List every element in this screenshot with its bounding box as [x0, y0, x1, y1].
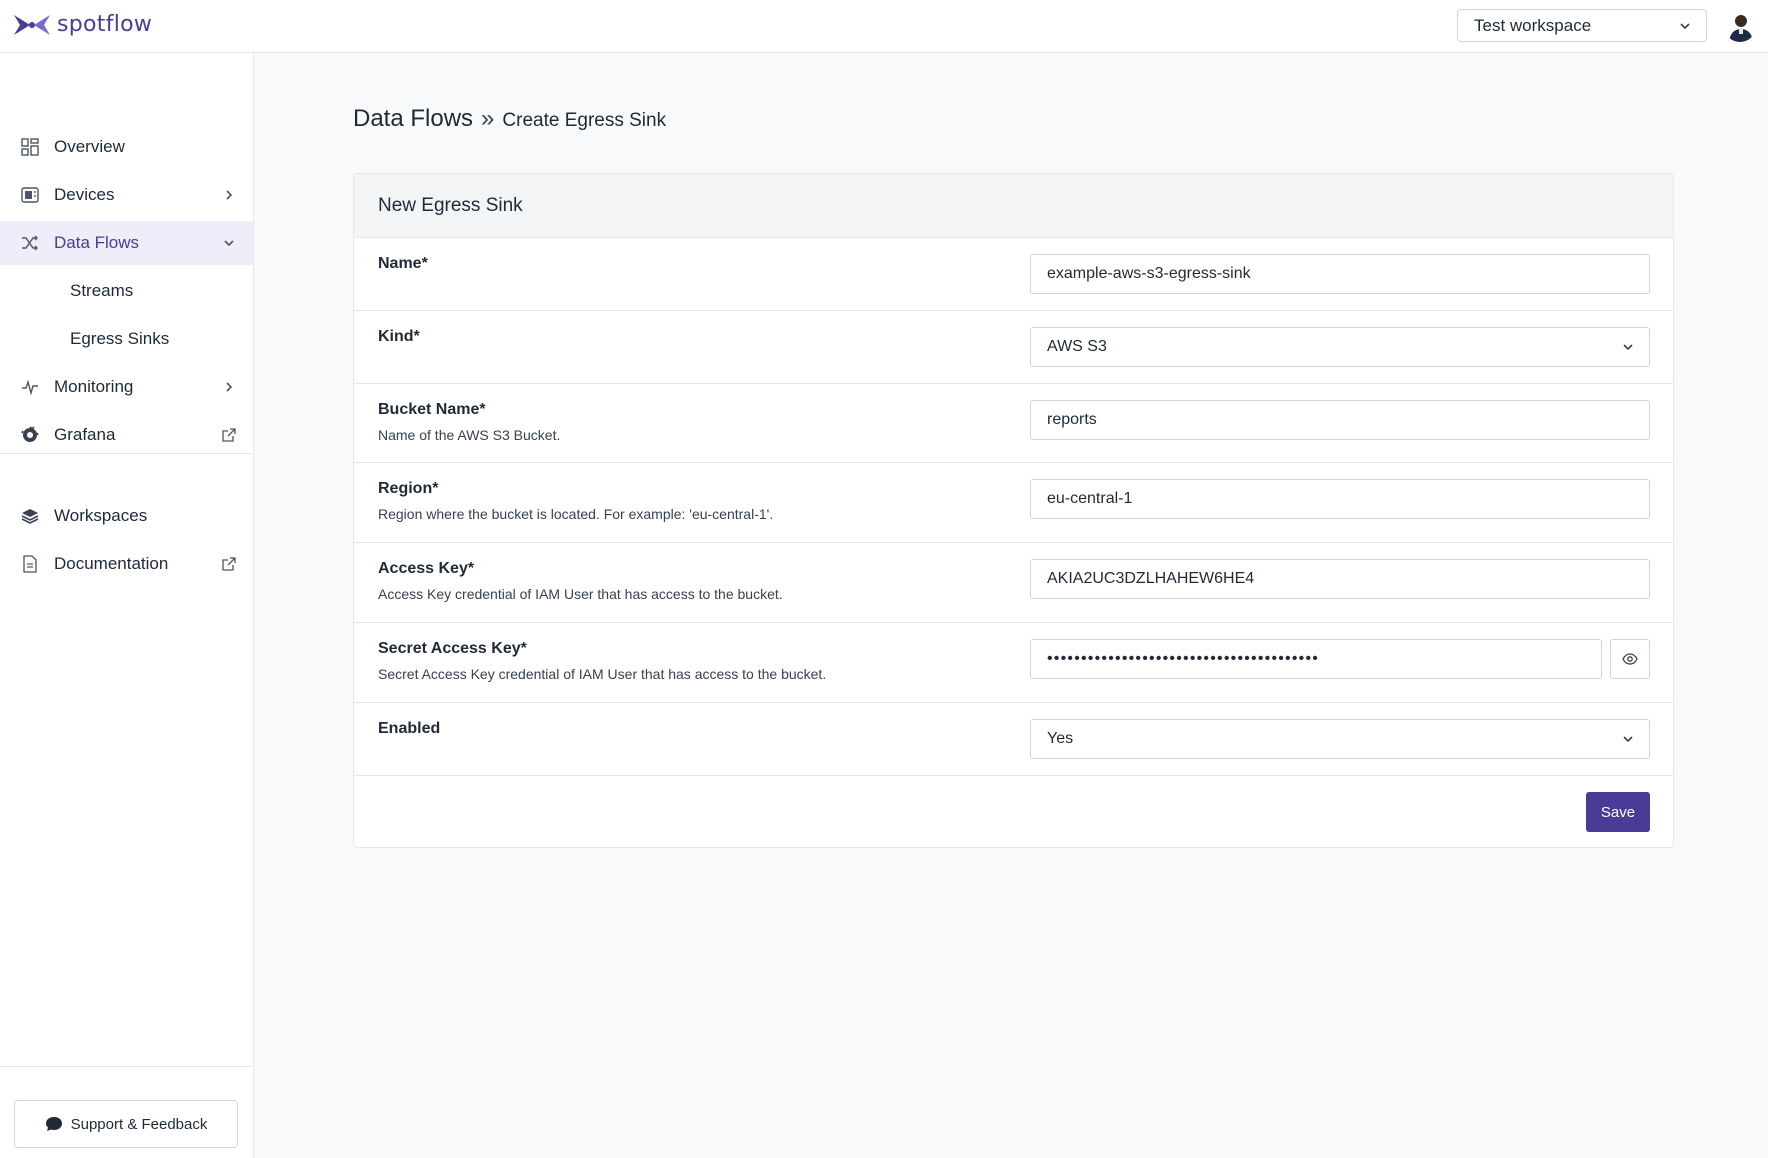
breadcrumb-data-flows[interactable]: Data Flows	[353, 105, 473, 133]
logo-text: spotflow	[57, 12, 153, 37]
access-key-help: Access Key credential of IAM User that h…	[378, 586, 783, 602]
breadcrumb-separator: »	[481, 105, 495, 132]
card-title: New Egress Sink	[378, 195, 523, 216]
access-key-input-value: AKIA2UC3DZLHAHEW6HE4	[1047, 570, 1255, 587]
breadcrumb: Data Flows » Create Egress Sink	[353, 105, 666, 133]
access-key-input[interactable]: AKIA2UC3DZLHAHEW6HE4	[1030, 559, 1650, 599]
sidebar-item-label: Monitoring	[54, 377, 134, 396]
kind-label: Kind*	[378, 328, 420, 345]
sidebar-item-workspaces[interactable]: Workspaces	[0, 494, 253, 538]
form-row-bucket-name: Bucket Name* Name of the AWS S3 Bucket. …	[354, 384, 1673, 463]
support-feedback-label: Support & Feedback	[70, 1115, 208, 1133]
external-link-icon	[221, 427, 237, 443]
access-key-label: Access Key*	[378, 560, 475, 577]
enabled-label: Enabled	[378, 720, 441, 737]
workspace-select[interactable]: Test workspace	[1457, 9, 1707, 42]
workspace-select-value: Test workspace	[1474, 15, 1592, 35]
name-label: Name*	[378, 255, 428, 272]
grafana-icon	[20, 425, 40, 445]
user-avatar-icon	[1724, 10, 1756, 42]
bucket-name-label: Bucket Name*	[378, 401, 486, 418]
egress-sink-form-card: New Egress Sink Name* example-aws-s3-egr…	[353, 173, 1674, 848]
toggle-secret-visibility-button[interactable]	[1610, 639, 1650, 679]
form-row-name: Name* example-aws-s3-egress-sink	[354, 238, 1673, 311]
eye-icon	[1622, 653, 1638, 665]
card-header: New Egress Sink	[354, 174, 1673, 238]
form-row-access-key: Access Key* Access Key credential of IAM…	[354, 543, 1673, 623]
sidebar-item-label: Workspaces	[54, 506, 148, 525]
form-row-kind: Kind* AWS S3	[354, 311, 1673, 384]
form-row-secret-access-key: Secret Access Key* Secret Access Key cre…	[354, 623, 1673, 703]
chevron-down-icon	[1623, 344, 1633, 351]
region-input[interactable]: eu-central-1	[1030, 479, 1650, 519]
name-input[interactable]: example-aws-s3-egress-sink	[1030, 254, 1650, 294]
sidebar-item-label: Egress Sinks	[70, 329, 170, 348]
layers-icon	[20, 506, 40, 526]
region-input-value: eu-central-1	[1047, 490, 1133, 507]
logo[interactable]: spotflow	[13, 12, 152, 37]
sidebar-item-devices[interactable]: Devices	[0, 173, 253, 217]
chevron-down-icon	[1623, 736, 1633, 743]
top-bar: spotflow Test workspace	[0, 0, 1768, 53]
spotflow-logo-icon	[14, 14, 50, 35]
save-button[interactable]: Save	[1586, 792, 1650, 832]
region-label: Region*	[378, 480, 439, 497]
sidebar-item-egress-sinks[interactable]: Egress Sinks	[0, 317, 253, 361]
sidebar-item-documentation[interactable]: Documentation	[0, 542, 253, 586]
document-icon	[20, 554, 40, 574]
pulse-icon	[20, 377, 40, 397]
sidebar-item-label: Devices	[54, 185, 115, 204]
region-help: Region where the bucket is located. For …	[378, 506, 774, 522]
sidebar-item-label: Data Flows	[54, 233, 140, 252]
external-link-icon	[221, 556, 237, 572]
chevron-down-icon	[221, 235, 237, 251]
secret-access-key-input-value: ••••••••••••••••••••••••••••••••••••••••	[1047, 650, 1320, 667]
name-input-value: example-aws-s3-egress-sink	[1047, 265, 1251, 282]
support-feedback-button[interactable]: Support & Feedback	[14, 1100, 238, 1148]
bucket-name-input-value: reports	[1047, 411, 1097, 428]
chevron-right-icon	[221, 187, 237, 203]
page-title: Create Egress Sink	[502, 110, 667, 131]
secret-access-key-input[interactable]: ••••••••••••••••••••••••••••••••••••••••	[1030, 639, 1602, 679]
sidebar-item-label: Overview	[54, 137, 125, 156]
form-row-enabled: Enabled Yes	[354, 703, 1673, 776]
sidebar-item-data-flows[interactable]: Data Flows	[0, 221, 253, 265]
sidebar-item-label: Documentation	[54, 554, 169, 573]
sidebar-item-monitoring[interactable]: Monitoring	[0, 365, 253, 409]
sidebar-item-label: Grafana	[54, 425, 116, 444]
form-row-region: Region* Region where the bucket is locat…	[354, 463, 1673, 543]
secret-access-key-help: Secret Access Key credential of IAM User…	[378, 666, 827, 682]
sidebar-item-overview[interactable]: Overview	[0, 125, 253, 169]
enabled-select[interactable]: Yes	[1030, 719, 1650, 759]
shuffle-icon	[20, 233, 40, 253]
kind-select-value: AWS S3	[1047, 338, 1107, 355]
chevron-down-icon	[1680, 23, 1690, 30]
bucket-name-input[interactable]: reports	[1030, 400, 1650, 440]
grid-icon	[20, 137, 40, 157]
sidebar-divider	[0, 453, 253, 454]
secret-access-key-label: Secret Access Key*	[378, 640, 527, 657]
enabled-select-value: Yes	[1047, 730, 1074, 747]
bucket-name-help: Name of the AWS S3 Bucket.	[378, 427, 561, 443]
user-avatar[interactable]	[1724, 10, 1756, 42]
kind-select[interactable]: AWS S3	[1030, 327, 1650, 367]
chevron-right-icon	[221, 379, 237, 395]
sidebar-item-streams[interactable]: Streams	[0, 269, 253, 313]
sidebar-item-grafana[interactable]: Grafana	[0, 413, 253, 457]
device-icon	[20, 185, 40, 205]
sidebar-divider	[0, 1066, 253, 1067]
sidebar-item-label: Streams	[70, 281, 134, 300]
sidebar: Overview Devices Data Flows Streams Egre…	[0, 53, 254, 1158]
chat-bubble-icon	[45, 1117, 62, 1131]
